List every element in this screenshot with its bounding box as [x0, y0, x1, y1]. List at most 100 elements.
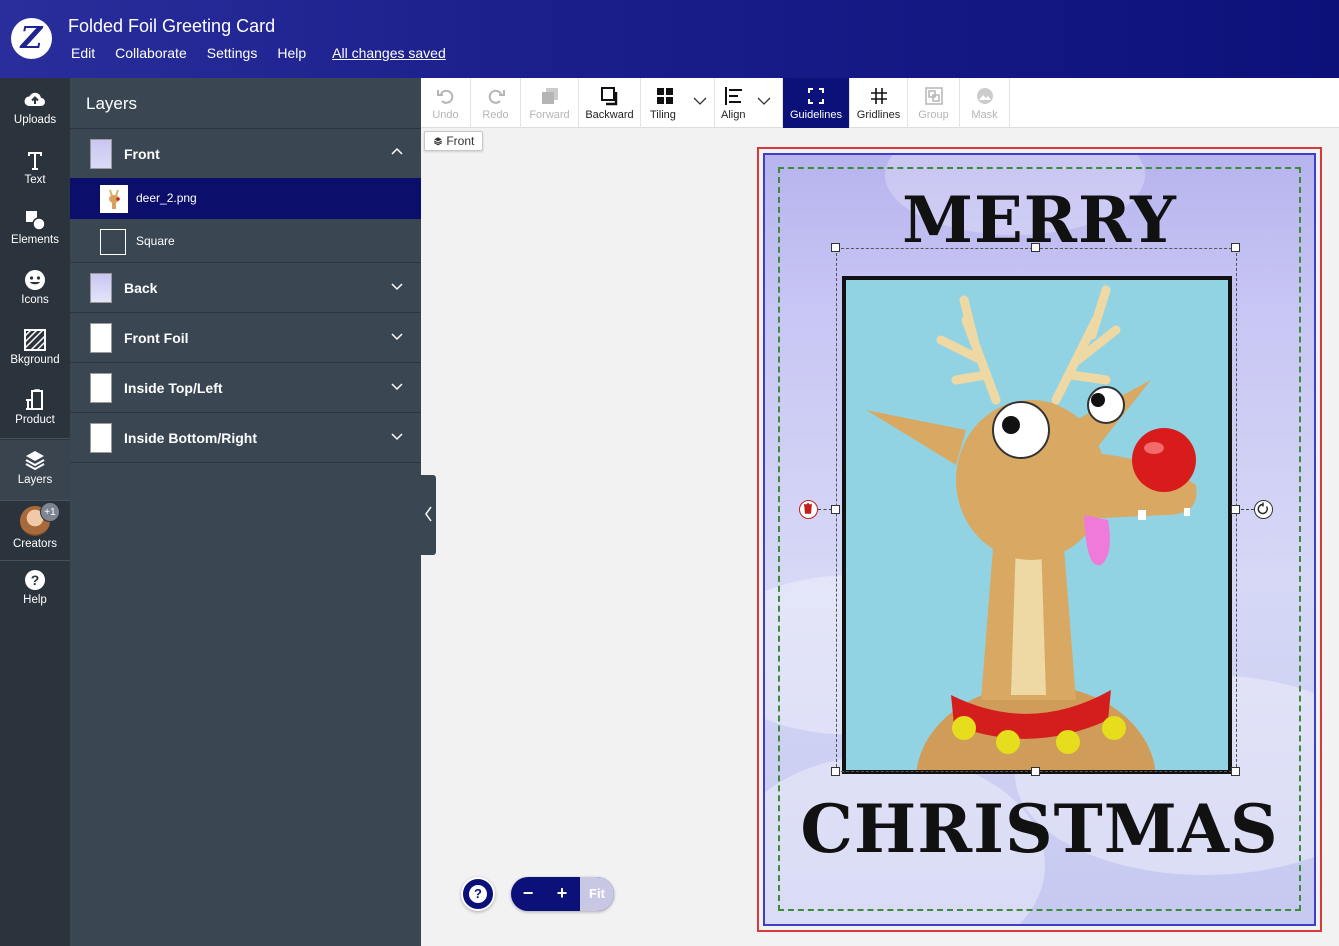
- tiling-dropdown[interactable]: Tiling: [641, 78, 715, 128]
- undo-icon: [436, 89, 453, 104]
- deer-thumbnail-icon: [109, 189, 120, 209]
- layer-thumbnail: [100, 229, 126, 255]
- canvas-help-button[interactable]: ?: [461, 877, 495, 911]
- chevron-down-icon[interactable]: [389, 328, 405, 344]
- resize-handle-n[interactable]: [1031, 243, 1040, 252]
- document-title[interactable]: Folded Foil Greeting Card: [68, 16, 275, 37]
- chevron-down-icon[interactable]: [389, 278, 405, 294]
- rail-text[interactable]: Text: [0, 140, 70, 200]
- chevron-down-icon: [693, 97, 707, 105]
- menu-collaborate[interactable]: Collaborate: [115, 45, 187, 61]
- tool-label: Tiling: [650, 109, 676, 121]
- save-status[interactable]: All changes saved: [332, 45, 446, 61]
- current-side-tag[interactable]: Front: [424, 131, 484, 151]
- rail-label: Layers: [17, 474, 53, 486]
- canvas-toolbar: Undo Redo Forward Backward Tiling Align …: [421, 78, 1339, 128]
- resize-handle-e[interactable]: [1231, 505, 1240, 514]
- layer-thumbnail: [90, 273, 112, 303]
- tool-label: Gridlines: [856, 109, 901, 121]
- redo-button[interactable]: Redo: [471, 78, 521, 128]
- forward-button[interactable]: Forward: [521, 78, 579, 128]
- layer-group-front[interactable]: Front: [70, 129, 421, 179]
- resize-handle-w[interactable]: [831, 505, 840, 514]
- menu-help[interactable]: Help: [277, 45, 306, 61]
- zoom-in-button[interactable]: +: [545, 877, 579, 911]
- zoom-controls: − + Fit: [511, 877, 614, 911]
- zoom-out-button[interactable]: −: [511, 877, 545, 911]
- resize-handle-sw[interactable]: [831, 767, 840, 776]
- undo-button[interactable]: Undo: [421, 78, 471, 128]
- chevron-down-icon[interactable]: [389, 378, 405, 394]
- chevron-down-icon: [757, 97, 771, 105]
- layer-thumbnail: [90, 423, 112, 453]
- resize-handle-s[interactable]: [1031, 767, 1040, 776]
- rail-background[interactable]: Bkground: [0, 320, 70, 380]
- redo-icon: [488, 89, 505, 104]
- layer-group-front-foil[interactable]: Front Foil: [70, 313, 421, 363]
- group-button[interactable]: Group: [908, 78, 960, 128]
- panel-collapse-handle[interactable]: [421, 475, 436, 555]
- mask-icon: [976, 88, 993, 104]
- app-header: Z Folded Foil Greeting Card Edit Collabo…: [0, 0, 1339, 78]
- rail-icons[interactable]: Icons: [0, 260, 70, 320]
- resize-handle-ne[interactable]: [1231, 243, 1240, 252]
- zoom-fit-button[interactable]: Fit: [580, 877, 614, 911]
- rail-creators[interactable]: +1 Creators: [0, 500, 70, 560]
- creators-count-badge: +1: [40, 502, 60, 522]
- backward-button[interactable]: Backward: [579, 78, 641, 128]
- layer-thumbnail: [90, 323, 112, 353]
- layer-item-square[interactable]: Square: [70, 219, 421, 260]
- rotate-icon: [1257, 502, 1268, 515]
- rail-label: Elements: [11, 234, 59, 246]
- background-icon: [24, 329, 46, 351]
- tool-label: Undo: [432, 109, 459, 121]
- rail-label: Help: [23, 594, 47, 606]
- layer-group-label: Inside Top/Left: [124, 380, 223, 396]
- resize-handle-se[interactable]: [1231, 767, 1240, 776]
- tiling-icon: [657, 88, 673, 104]
- layers-panel: Layers Front deer_2.png Square Back Fron…: [70, 78, 421, 946]
- guidelines-icon: [808, 88, 824, 104]
- layer-group-back[interactable]: Back: [70, 263, 421, 313]
- menu-edit[interactable]: Edit: [71, 45, 95, 61]
- cloud-upload-icon: [24, 92, 45, 106]
- mask-button[interactable]: Mask: [960, 78, 1010, 128]
- group-icon: [924, 87, 943, 105]
- layer-group-inside-bottom-right[interactable]: Inside Bottom/Right: [70, 413, 421, 463]
- rail-layers[interactable]: Layers: [0, 440, 70, 500]
- gridlines-button[interactable]: Gridlines: [850, 78, 908, 128]
- menu-settings[interactable]: Settings: [207, 45, 258, 61]
- rail-label: Bkground: [10, 354, 60, 366]
- trash-icon: [804, 503, 812, 514]
- layer-group-label: Inside Bottom/Right: [124, 430, 257, 446]
- app-logo[interactable]: Z: [11, 18, 52, 59]
- rail-label: Creators: [12, 538, 58, 550]
- tool-label: Mask: [971, 109, 998, 121]
- align-dropdown[interactable]: Align: [715, 78, 783, 128]
- card-heading-christmas[interactable]: CHRISTMAS: [763, 790, 1316, 868]
- guidelines-button[interactable]: Guidelines: [783, 78, 850, 128]
- text-icon: [28, 152, 42, 170]
- tool-label: Align: [721, 109, 746, 121]
- rail-product[interactable]: Product: [0, 380, 70, 440]
- layer-group-label: Front: [124, 146, 160, 162]
- avatar: +1: [20, 502, 60, 536]
- resize-handle-nw[interactable]: [831, 243, 840, 252]
- rotate-element-button[interactable]: [1254, 500, 1273, 519]
- rail-uploads[interactable]: Uploads: [0, 80, 70, 140]
- gridlines-icon: [870, 88, 887, 104]
- product-icon: [26, 389, 43, 410]
- rail-help[interactable]: ? Help: [0, 560, 70, 620]
- delete-element-button[interactable]: [799, 500, 818, 519]
- side-tag-label: Front: [446, 134, 475, 148]
- layer-group-inside-top-left[interactable]: Inside Top/Left: [70, 363, 421, 413]
- rail-elements[interactable]: Elements: [0, 200, 70, 260]
- layers-icon: [433, 137, 443, 146]
- layer-item-deer[interactable]: deer_2.png: [70, 178, 421, 219]
- smiley-icon: [25, 270, 45, 290]
- selection-box: [836, 248, 1237, 772]
- chevron-down-icon[interactable]: [389, 428, 405, 444]
- layer-group-label: Back: [124, 280, 158, 296]
- chevron-up-icon[interactable]: [389, 144, 405, 160]
- tool-label: Guidelines: [790, 109, 842, 121]
